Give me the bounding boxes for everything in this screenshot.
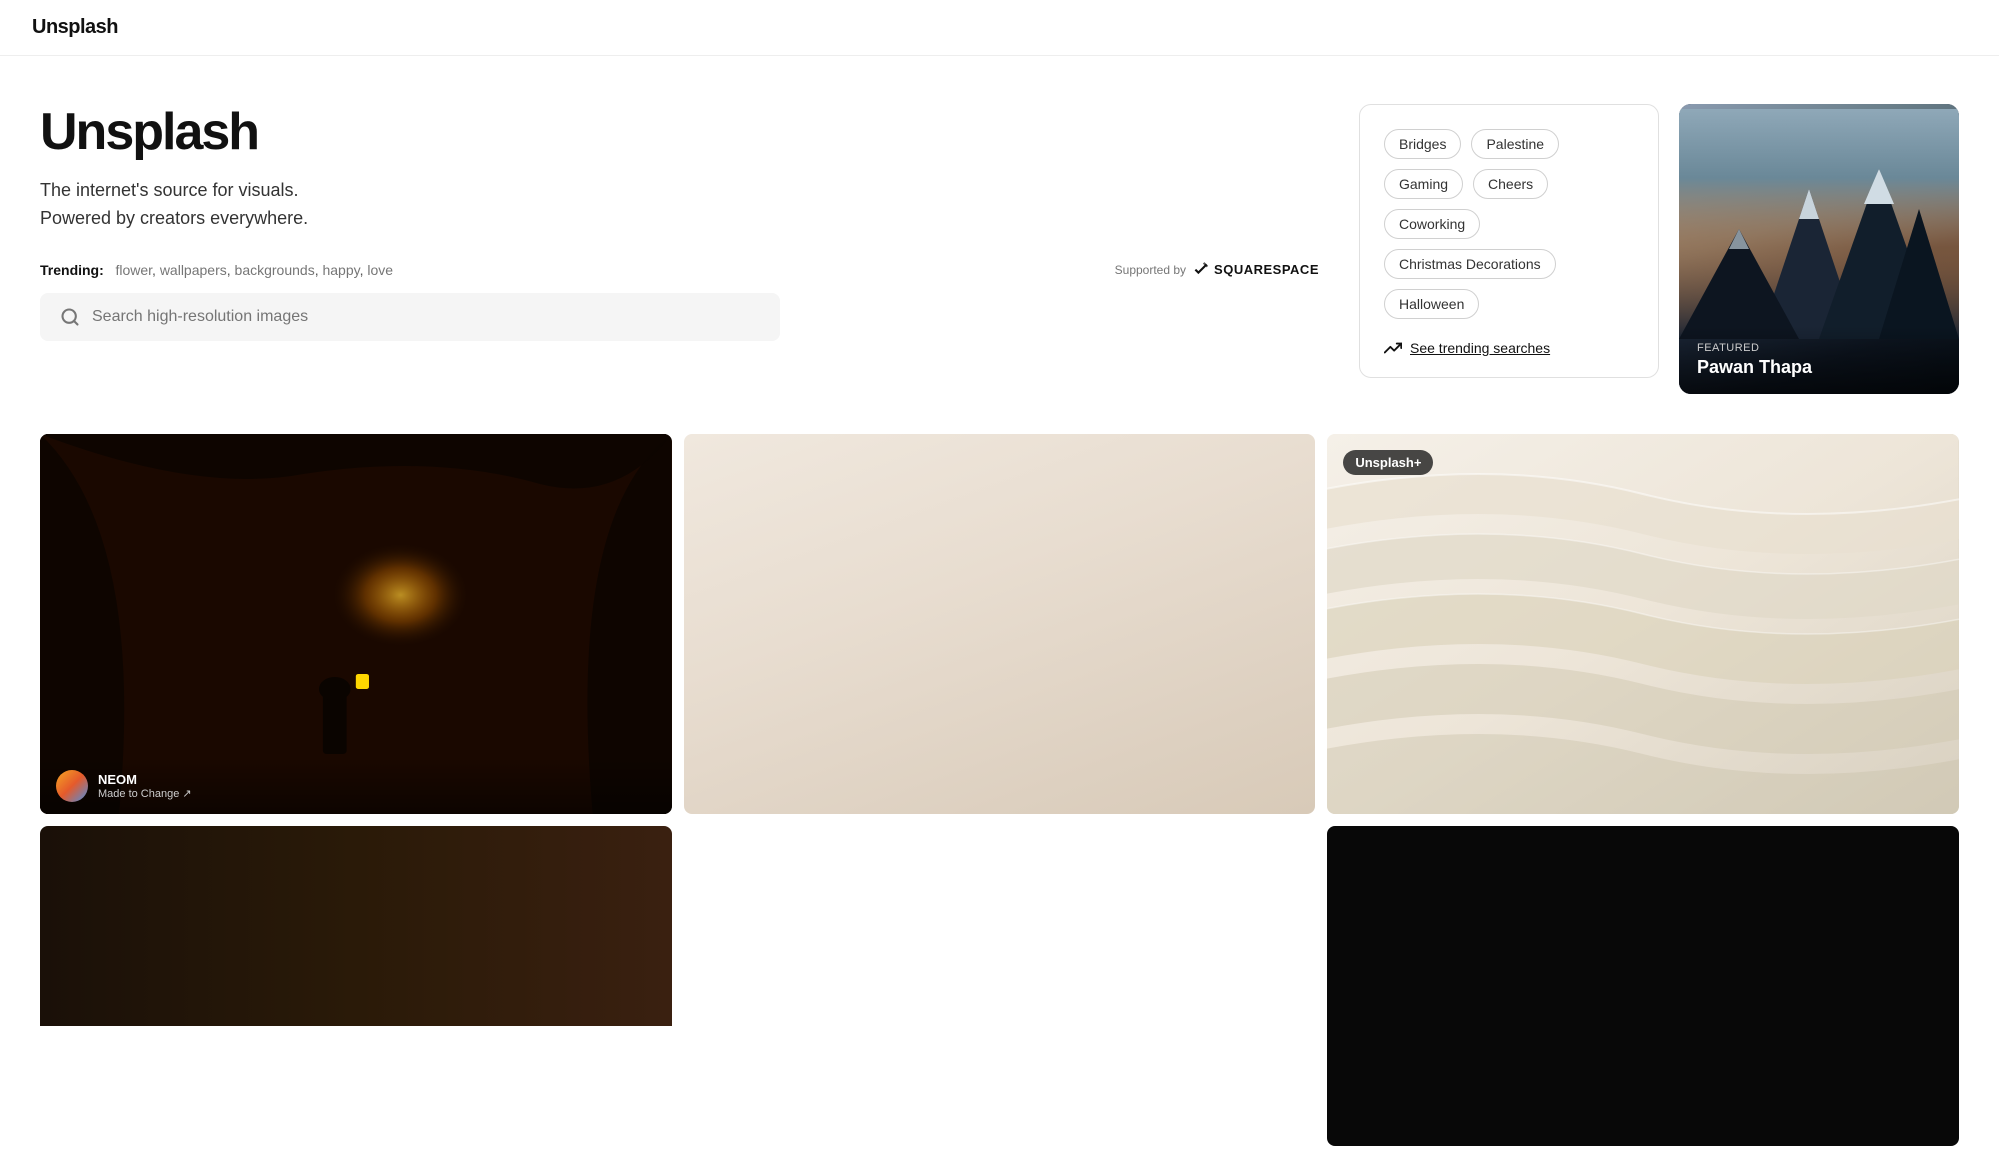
photo-2-image	[684, 434, 1316, 814]
photo-card-4[interactable]	[1327, 826, 1959, 1146]
tag-cheers[interactable]: Cheers	[1473, 169, 1548, 199]
squarespace-logo: SQUARESPACE	[1192, 261, 1319, 279]
hero-subtitle: The internet's source for visuals. Power…	[40, 177, 1319, 233]
sponsored-by: Supported by SQUARESPACE	[1115, 261, 1319, 279]
tag-bridges[interactable]: Bridges	[1384, 129, 1461, 159]
tags-grid: Bridges Palestine Gaming Cheers Coworkin…	[1384, 129, 1634, 319]
featured-photographer: Pawan Thapa	[1697, 357, 1941, 378]
squarespace-icon	[1192, 261, 1210, 279]
photo-3-image: Unsplash+	[1327, 434, 1959, 814]
tag-palestine[interactable]: Palestine	[1471, 129, 1559, 159]
trending-text: Trending: flower, wallpapers, background…	[40, 262, 393, 278]
hero-subtitle-line1: The internet's source for visuals.	[40, 180, 299, 200]
trending-tags-panel: Bridges Palestine Gaming Cheers Coworkin…	[1359, 104, 1659, 378]
photo-5-image	[40, 826, 672, 1026]
photo-grid: NEOM Made to Change ↗	[0, 414, 1999, 1166]
photo-card-3[interactable]: Unsplash+	[1327, 434, 1959, 814]
featured-card[interactable]: Featured Pawan Thapa	[1679, 104, 1959, 394]
mountain-svg	[1679, 109, 1959, 339]
trending-row: Trending: flower, wallpapers, background…	[40, 261, 1319, 279]
photo-4-image	[1327, 826, 1959, 1146]
tag-halloween[interactable]: Halloween	[1384, 289, 1479, 319]
photo-card-1[interactable]: NEOM Made to Change ↗	[40, 434, 672, 814]
navbar: Unsplash	[0, 0, 1999, 56]
see-trending-link[interactable]: See trending searches	[1384, 339, 1634, 357]
featured-card-label: Featured Pawan Thapa	[1679, 326, 1959, 394]
search-box[interactable]	[40, 293, 780, 341]
hero-left: Unsplash The internet's source for visua…	[40, 104, 1359, 341]
photo-card-5[interactable]	[40, 826, 672, 1146]
photo-card-2[interactable]	[684, 434, 1316, 814]
trending-flower[interactable]: flower	[115, 262, 152, 278]
tag-christmas-decorations[interactable]: Christmas Decorations	[1384, 249, 1556, 279]
trending-backgrounds[interactable]: backgrounds	[235, 262, 315, 278]
tag-gaming[interactable]: Gaming	[1384, 169, 1463, 199]
trending-icon	[1384, 339, 1402, 357]
featured-label: Featured	[1697, 342, 1941, 354]
trending-wallpapers[interactable]: wallpapers	[160, 262, 227, 278]
unsplash-plus-badge: Unsplash+	[1343, 450, 1433, 475]
sponsored-label: Supported by	[1115, 263, 1186, 277]
trending-love[interactable]: love	[367, 262, 393, 278]
hero-title: Unsplash	[40, 104, 1319, 161]
trending-label: Trending:	[40, 262, 104, 278]
photo-1-credit: NEOM Made to Change ↗	[98, 772, 192, 800]
squarespace-name: SQUARESPACE	[1214, 262, 1319, 277]
search-input[interactable]	[92, 308, 760, 326]
see-trending-label: See trending searches	[1410, 340, 1550, 356]
trending-happy[interactable]: happy	[322, 262, 359, 278]
photo-1-image	[40, 434, 672, 814]
hero-right: Bridges Palestine Gaming Cheers Coworkin…	[1359, 104, 1959, 394]
hero-section: Unsplash The internet's source for visua…	[0, 56, 1999, 414]
photo-1-footer: NEOM Made to Change ↗	[40, 758, 672, 814]
cave-svg	[40, 434, 672, 814]
photo-1-avatar	[56, 770, 88, 802]
tag-coworking[interactable]: Coworking	[1384, 209, 1480, 239]
featured-card-background: Featured Pawan Thapa	[1679, 104, 1959, 394]
photo-1-name: NEOM	[98, 772, 192, 787]
wavy-lines-svg	[1327, 434, 1959, 814]
hero-subtitle-line2: Powered by creators everywhere.	[40, 208, 308, 228]
site-logo[interactable]: Unsplash	[32, 16, 118, 39]
search-icon	[60, 307, 80, 327]
photo-1-sub: Made to Change ↗	[98, 787, 192, 800]
